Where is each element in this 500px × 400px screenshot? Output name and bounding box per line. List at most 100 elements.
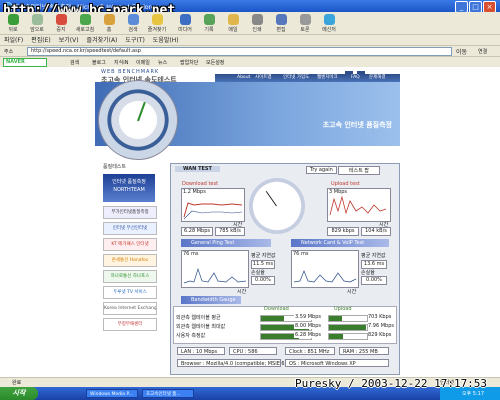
back-button[interactable]: 뒤로	[2, 14, 24, 33]
side-item[interactable]: 두루넷 TV 서비스	[103, 286, 157, 299]
upload-bar	[328, 324, 368, 331]
taskbar-task[interactable]: Windows Media P...	[86, 389, 138, 398]
download-value: 8.00 Mbps	[294, 323, 322, 329]
linkbar-item[interactable]: 블로그	[92, 59, 106, 66]
download-speed: 6.28 Mbps	[181, 227, 213, 236]
refresh-button[interactable]: 새로고침	[74, 14, 96, 33]
test-tab-button[interactable]: 테스트 팝	[338, 166, 380, 175]
credit-watermark: Puresky / 2003-12-22 17:17:53	[295, 377, 488, 390]
compare-head-download: Download	[264, 306, 289, 312]
go-button[interactable]: 이동	[456, 47, 467, 56]
upload-bar	[328, 315, 368, 322]
nav-item[interactable]: 웹벤치마크	[317, 74, 338, 82]
menu-bar: 파일(F) 편집(E) 보기(V) 즐겨찾기(A) 도구(T) 도움말(H)	[0, 35, 500, 46]
nav-item[interactable]: About	[237, 74, 250, 82]
side-banner[interactable]: 인터넷 품질측정 NORTHTEAM	[103, 174, 155, 202]
home-button[interactable]: 홈	[98, 14, 120, 33]
info-clock: Clock : 851 MHz	[285, 347, 335, 355]
ping-right-line	[293, 270, 357, 283]
upload-title: Upload test	[331, 181, 360, 187]
upload-bar-fill	[329, 316, 342, 321]
search-button[interactable]: 검색	[122, 14, 144, 33]
download-value: 3.59 Mbps	[294, 314, 322, 320]
mail-button[interactable]: 메일	[222, 14, 244, 33]
menu-edit[interactable]: 편집(E)	[31, 37, 51, 44]
discuss-button[interactable]: 토론	[294, 14, 316, 33]
menu-favorites[interactable]: 즐겨찾기(A)	[87, 37, 118, 44]
nav-item[interactable]: 문제해결	[369, 74, 386, 82]
upload-value: 7.96 Mbps	[368, 323, 394, 329]
ping-right-loss-label: 손실율	[361, 270, 375, 276]
compare-head-upload: Upload	[334, 306, 352, 312]
naver-search-button[interactable]: 검색	[70, 59, 79, 66]
ping-left-avg: 11.5 ms	[251, 260, 275, 269]
address-label: 주소	[4, 49, 14, 55]
menu-file[interactable]: 파일(F)	[4, 37, 23, 44]
voip-test-strip[interactable]: Network Card & VoIP Test	[291, 239, 389, 247]
side-item[interactable]: 부정부패센터	[103, 318, 157, 331]
print-button[interactable]: 인쇄	[246, 14, 268, 33]
download-value: 6.28 Mbps	[294, 332, 322, 338]
compare-row-label: 외관측 웹테이블 평균	[176, 315, 221, 321]
start-button[interactable]: 시작	[0, 387, 38, 400]
menu-view[interactable]: 보기(V)	[59, 37, 79, 44]
try-again-button[interactable]: Try again	[306, 166, 337, 174]
edit-icon	[275, 14, 287, 25]
bandwidth-gauge-strip[interactable]: Bandwidth Gauge	[181, 296, 241, 304]
ping-left-time-label: 시간	[237, 289, 247, 295]
side-item[interactable]: 온세통신 Hanafos	[103, 254, 157, 267]
messenger-button[interactable]: 메신저	[318, 14, 340, 33]
forward-icon	[31, 14, 43, 25]
ping-left-loss-label: 손실율	[251, 270, 265, 276]
favorites-button[interactable]: 즐겨찾기	[146, 14, 168, 33]
compare-row-label: 외관측 웹테이블 최대값	[176, 324, 226, 330]
info-os: OS : Microsoft Windows XP	[285, 359, 389, 367]
speedometer-needle	[137, 101, 146, 122]
linkbar-item[interactable]: 지식iN	[114, 59, 128, 66]
home-icon	[103, 14, 115, 25]
upload-bar-fill	[329, 325, 366, 330]
edit-button[interactable]: 편집	[270, 14, 292, 33]
history-icon	[203, 14, 215, 25]
tab-wan-test[interactable]: WAN TEST	[175, 166, 220, 172]
side-item[interactable]: 인터넷 무선인터넷	[103, 222, 157, 235]
side-item[interactable]: KT 메가패스 인터넷	[103, 238, 157, 251]
upload-graph: 3 Mbps	[327, 188, 391, 222]
download-title: Download test	[182, 181, 219, 187]
linkbar-item[interactable]: 모든설정	[206, 59, 224, 66]
nav-item[interactable]: 인터넷 가입도	[283, 74, 309, 82]
info-ram: RAM : 255 MB	[339, 347, 389, 355]
upload-value: 829 Kbps	[368, 332, 392, 338]
mail-icon	[227, 14, 239, 25]
ping-right-time-label: 시간	[347, 289, 357, 295]
ping-left-loss: 0.00%	[251, 276, 275, 285]
history-button[interactable]: 기록	[198, 14, 220, 33]
linkbar-item[interactable]: 뉴스	[158, 59, 167, 66]
upload-bar-fill	[329, 334, 343, 339]
status-text: 완료	[12, 380, 22, 386]
side-item[interactable]: Korea Internet Exchange	[103, 302, 157, 315]
naver-search-input[interactable]: NAVER	[3, 58, 47, 67]
ping-test-strip[interactable]: General Ping Test	[181, 239, 271, 247]
ping-left-avg-label: 평균 지연값	[251, 253, 276, 259]
ping-graph-left: 76 ms	[181, 250, 249, 288]
nav-item[interactable]: FAQ	[351, 74, 360, 82]
taskbar-task[interactable]: 초고속인터넷 품...	[142, 389, 194, 398]
compare-row-label: 사용자 측정값	[176, 333, 206, 339]
speed-test-panel: WAN TEST Try again 테스트 팝 Download test 1…	[170, 163, 400, 375]
nav-item[interactable]: 사이트맵	[255, 74, 272, 82]
upload-bytes: 104 kB/s	[361, 227, 391, 236]
linkbar-item[interactable]: 이메일	[136, 59, 150, 66]
stop-button[interactable]: 중지	[50, 14, 72, 33]
links-label[interactable]: 연결	[478, 48, 487, 55]
menu-tools[interactable]: 도구(T)	[125, 37, 144, 44]
side-item[interactable]: 하나로통신 하나포스	[103, 270, 157, 283]
side-item[interactable]: 부가인터넷품질측정	[103, 206, 157, 219]
address-input[interactable]: http://speed.nca.or.kr/speedtest/default…	[27, 47, 452, 56]
media-button[interactable]: 미디어	[174, 14, 196, 33]
side-heading: 품질테스트	[103, 164, 127, 170]
forward-button[interactable]: 앞으로	[26, 14, 48, 33]
menu-help[interactable]: 도움말(H)	[153, 37, 179, 44]
linkbar-item[interactable]: 팝업차단	[180, 59, 198, 66]
upload-graph-line	[329, 195, 387, 216]
